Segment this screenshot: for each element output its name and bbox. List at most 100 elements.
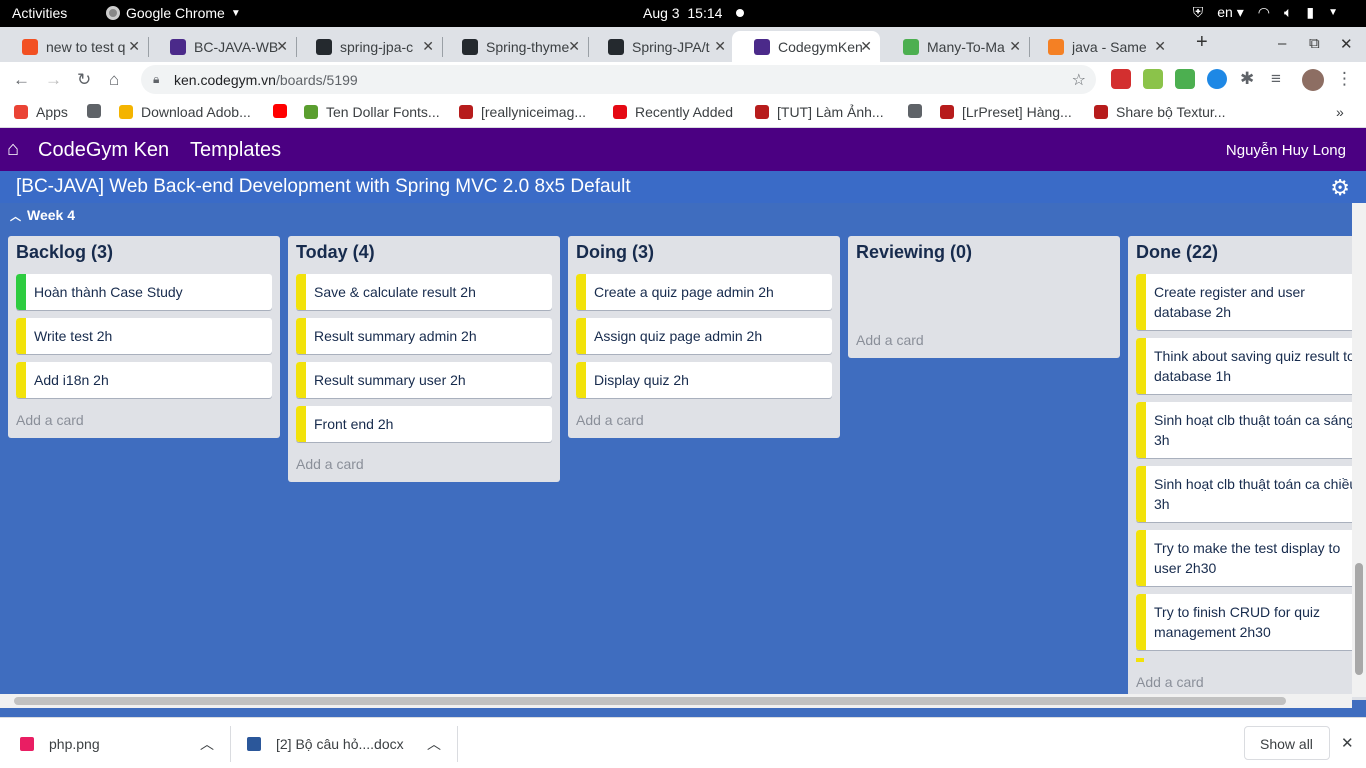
list-title[interactable]: Done (22) [1128, 236, 1366, 274]
card[interactable]: Display quiz 2h [576, 362, 832, 398]
card[interactable]: Result summary admin 2h [296, 318, 552, 354]
more-bookmarks-icon[interactable]: » [1336, 104, 1344, 120]
media-icon[interactable]: ≡ [1271, 69, 1281, 89]
download-item[interactable]: [2] Bộ câu hỏ....docx [247, 736, 404, 752]
add-card-button[interactable]: Add a card [288, 450, 560, 482]
card[interactable]: Write test 2h [16, 318, 272, 354]
bookmark-item[interactable]: [reallyniceimag... [459, 104, 586, 120]
bookmark-item[interactable]: [TUT] Làm Ảnh... [755, 104, 884, 120]
add-card-button[interactable]: Add a card [8, 406, 280, 438]
bookmark-item[interactable]: Recently Added [613, 104, 733, 120]
address-bar[interactable]: 🔒︎ ken.codegym.vn/boards/5199 ☆ [141, 65, 1096, 94]
home-icon[interactable]: ⌂ [7, 138, 19, 161]
horizontal-scrollbar[interactable] [0, 694, 1352, 708]
tab-5[interactable]: CodegymKen ✕ [732, 31, 880, 62]
bookmark-item[interactable]: [LrPreset] Hàng... [940, 104, 1072, 120]
tab-3[interactable]: Spring-thyme ✕ [440, 31, 588, 62]
bookmark-item[interactable] [87, 104, 109, 118]
close-tab-icon[interactable]: ✕ [276, 38, 288, 55]
card-text: Sinh hoạt clb thuật toán ca chiều 3h [1154, 476, 1358, 512]
battery-icon: ▮ [1306, 4, 1315, 20]
chevron-up-icon[interactable]: ︿ [200, 734, 214, 754]
close-tab-icon[interactable]: ✕ [568, 38, 580, 55]
list-title[interactable]: Reviewing (0) [848, 236, 1120, 274]
card-label-color [1136, 338, 1146, 394]
back-button[interactable]: ← [13, 70, 30, 90]
chevron-up-icon[interactable]: ︿ [427, 734, 441, 754]
tab-2[interactable]: spring-jpa-c ✕ [294, 31, 442, 62]
tab-4[interactable]: Spring-JPA/t ✕ [586, 31, 734, 62]
close-window-button[interactable]: ✕ [1340, 35, 1353, 53]
card[interactable]: Create register and user database 2h [1136, 274, 1366, 330]
list-title[interactable]: Backlog (3) [8, 236, 280, 274]
brand-link[interactable]: CodeGym Ken [38, 139, 169, 162]
user-name[interactable]: Nguyễn Huy Long [1226, 142, 1346, 159]
card[interactable]: Sinh hoạt clb thuật toán ca chiều 3h [1136, 466, 1366, 522]
menu-icon[interactable]: ⋮ [1336, 69, 1353, 89]
bookmark-item[interactable]: Apps [14, 104, 68, 120]
system-top-bar: Activities Google Chrome ▼ Aug 3 15:14 ⛨… [0, 0, 1366, 27]
bookmark-item[interactable] [908, 104, 930, 118]
tab-0[interactable]: new to test q ✕ [0, 31, 148, 62]
avatar[interactable] [1302, 69, 1324, 91]
bookmark-item[interactable]: Ten Dollar Fonts... [304, 104, 440, 120]
forward-button[interactable]: → [45, 70, 62, 90]
close-tab-icon[interactable]: ✕ [422, 38, 434, 55]
extension-icon[interactable] [1207, 69, 1227, 89]
chevron-down-icon: ▼ [1328, 7, 1338, 18]
extension-icon[interactable] [1175, 69, 1195, 89]
restore-button[interactable]: ⧉ [1309, 35, 1320, 52]
card-text: Front end 2h [314, 416, 394, 432]
card[interactable]: Try to make the test display to user 2h3… [1136, 530, 1366, 586]
card[interactable]: Front end 2h [296, 406, 552, 442]
close-tab-icon[interactable]: ✕ [1154, 38, 1166, 55]
list-title[interactable]: Doing (3) [568, 236, 840, 274]
close-tab-icon[interactable]: ✕ [128, 38, 140, 55]
system-tray[interactable]: ⛨ en ▾ ◠ 🔈︎ ▮ ▼ [1193, 4, 1338, 21]
puzzle-icon[interactable]: ✱ [1240, 69, 1254, 89]
close-icon[interactable]: ✕ [1341, 734, 1354, 752]
wifi-icon: ◠ [1257, 4, 1270, 20]
card-text: Create register and user database 2h [1154, 284, 1305, 320]
bookmark-label: Recently Added [635, 104, 734, 120]
card[interactable]: Try to finish CRUD for quiz management 2… [1136, 594, 1366, 650]
bookmark-item[interactable]: Share bộ Textur... [1094, 104, 1225, 120]
list-title[interactable]: Today (4) [288, 236, 560, 274]
clock[interactable]: Aug 3 15:14 [643, 5, 722, 21]
week-toggle[interactable]: ︿ Week 4 [10, 207, 75, 224]
close-tab-icon[interactable]: ✕ [1009, 38, 1021, 55]
card[interactable]: Create a quiz page admin 2h [576, 274, 832, 310]
tab-7[interactable]: java - Same ✕ [1026, 31, 1174, 62]
extension-icon[interactable] [1143, 69, 1163, 89]
extension-icon[interactable] [1111, 69, 1131, 89]
card[interactable]: Hoàn thành Case Study [16, 274, 272, 310]
home-icon[interactable]: ⌂ [109, 70, 119, 90]
card[interactable]: Add i18n 2h [16, 362, 272, 398]
show-all-button[interactable]: Show all [1244, 726, 1330, 760]
card[interactable]: Sinh hoạt clb thuật toán ca sáng 3h [1136, 402, 1366, 458]
gear-icon[interactable]: ⚙ [1330, 175, 1350, 201]
card[interactable]: Result summary user 2h [296, 362, 552, 398]
vertical-scrollbar[interactable] [1352, 203, 1366, 697]
close-tab-icon[interactable]: ✕ [860, 38, 872, 55]
card[interactable]: Assign quiz page admin 2h [576, 318, 832, 354]
card[interactable]: Think about saving quiz result to databa… [1136, 338, 1366, 394]
reload-button[interactable]: ↻ [77, 70, 91, 90]
app-menu[interactable]: Google Chrome ▼ [106, 5, 241, 21]
bookmark-item[interactable]: Download Adob... [119, 104, 251, 120]
tab-6[interactable]: Many-To-Ma ✕ [881, 31, 1029, 62]
add-card-button[interactable]: Add a card [568, 406, 840, 438]
tab-favicon-icon [1048, 38, 1064, 55]
card[interactable]: Save & calculate result 2h [296, 274, 552, 310]
templates-link[interactable]: Templates [190, 139, 281, 162]
download-item[interactable]: php.png [20, 736, 100, 752]
activities-button[interactable]: Activities [12, 5, 67, 21]
close-tab-icon[interactable]: ✕ [714, 38, 726, 55]
add-card-button[interactable]: Add a card [848, 326, 1120, 358]
minimize-button[interactable]: – [1278, 35, 1286, 52]
tab-1[interactable]: BC-JAVA-WB ✕ [148, 31, 296, 62]
bookmark-item[interactable] [273, 104, 295, 118]
language-indicator[interactable]: en ▾ [1217, 4, 1244, 21]
bookmark-star-icon[interactable]: ☆ [1072, 70, 1086, 90]
new-tab-button[interactable]: + [1196, 31, 1208, 54]
